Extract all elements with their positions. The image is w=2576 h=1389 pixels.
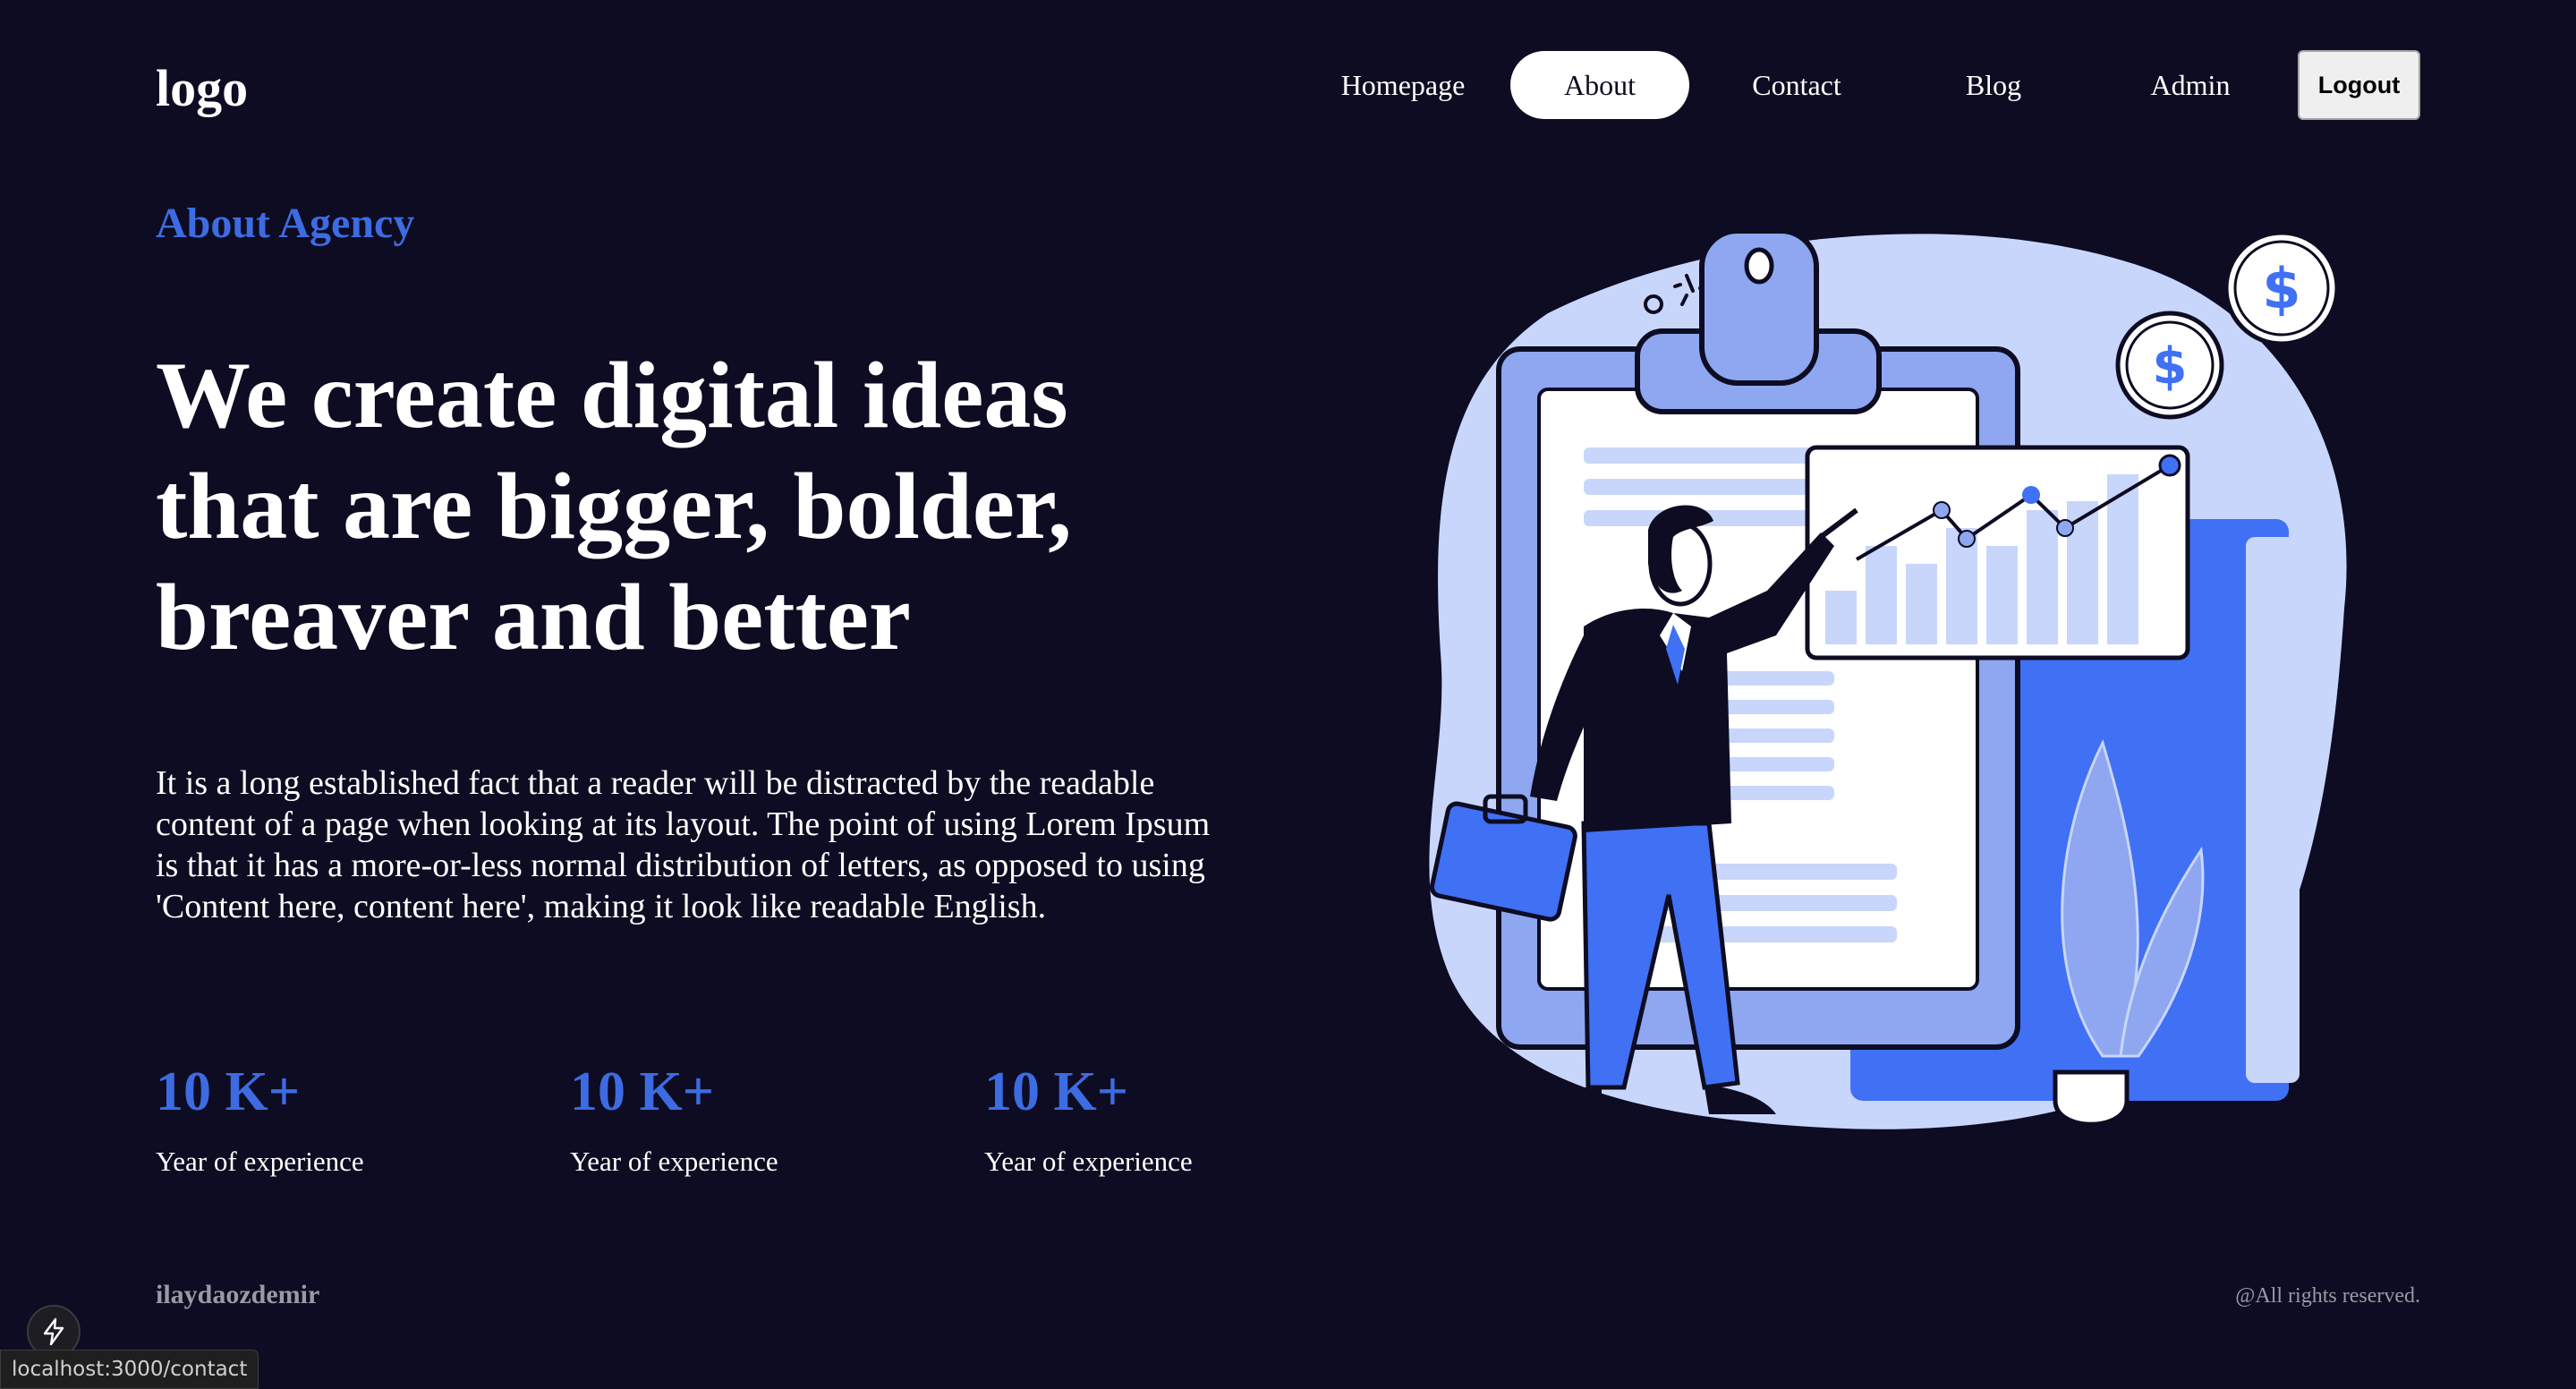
svg-text:$: $ — [2262, 256, 2300, 321]
nav-link-homepage[interactable]: Homepage — [1314, 51, 1492, 119]
hero-headline: We create digital ideas that are bigger,… — [156, 340, 1319, 673]
status-bar-url: localhost:3000/contact — [0, 1350, 259, 1389]
stat-item: 10 K+ Year of experience — [984, 1056, 1342, 1178]
stat-value: 10 K+ — [570, 1061, 715, 1122]
stat-value: 10 K+ — [156, 1061, 301, 1122]
nav-link-contact[interactable]: Contact — [1707, 51, 1886, 119]
plant-pot — [2053, 1069, 2130, 1127]
navbar: logo Homepage About Contact Blog Admin L… — [156, 49, 2420, 121]
stats-row: 10 K+ Year of experience 10 K+ Year of e… — [156, 1056, 1229, 1190]
stat-label: Year of experience — [984, 1146, 1193, 1177]
section-eyebrow: About Agency — [156, 200, 415, 247]
footer-brand: ilaydaozdemir — [156, 1280, 320, 1309]
nav-link-about[interactable]: About — [1510, 51, 1689, 119]
headline-line: We create digital ideas — [156, 343, 1068, 447]
headline-line: that are bigger, bolder, — [156, 454, 1072, 558]
nav-link-blog[interactable]: Blog — [1904, 51, 2083, 119]
nav-links: Homepage About Contact Blog Admin Logout — [1296, 49, 2420, 121]
footer-copyright: @All rights reserved. — [2235, 1284, 2420, 1308]
hero-description: It is a long established fact that a rea… — [156, 764, 1211, 925]
logout-button[interactable]: Logout — [2298, 50, 2420, 120]
stat-item: 10 K+ Year of experience — [570, 1056, 928, 1178]
headline-line: breaver and better — [156, 565, 911, 669]
hero-illustration: $ $ — [1429, 228, 2347, 1129]
stat-label: Year of experience — [570, 1146, 778, 1177]
svg-text:$: $ — [2153, 337, 2188, 396]
logo[interactable]: logo — [156, 53, 248, 124]
lightning-bolt-icon — [43, 1317, 64, 1346]
dollar-coin-icon: $ — [2115, 311, 2224, 420]
stat-label: Year of experience — [156, 1146, 364, 1177]
nav-link-admin[interactable]: Admin — [2101, 51, 2280, 119]
stat-value: 10 K+ — [984, 1061, 1129, 1122]
stat-item: 10 K+ Year of experience — [156, 1056, 514, 1178]
dollar-coin-icon: $ — [2223, 230, 2340, 346]
